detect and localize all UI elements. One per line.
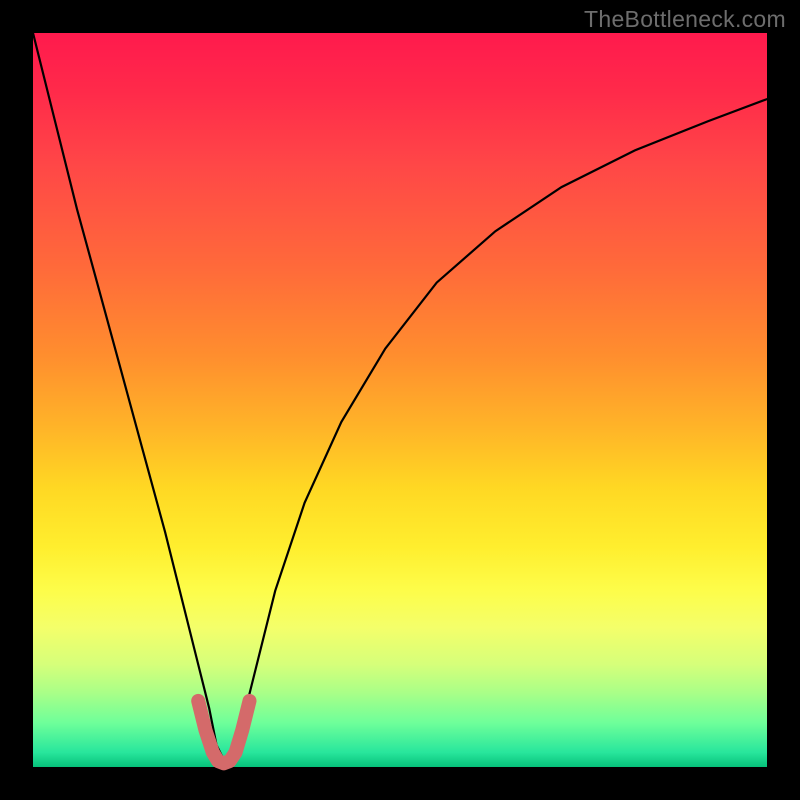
watermark-text: TheBottleneck.com (584, 6, 786, 33)
bottleneck-curve (33, 33, 767, 760)
sweet-spot-marker (198, 701, 249, 763)
curve-layer (33, 33, 767, 767)
plot-area (33, 33, 767, 767)
chart-frame: TheBottleneck.com (0, 0, 800, 800)
